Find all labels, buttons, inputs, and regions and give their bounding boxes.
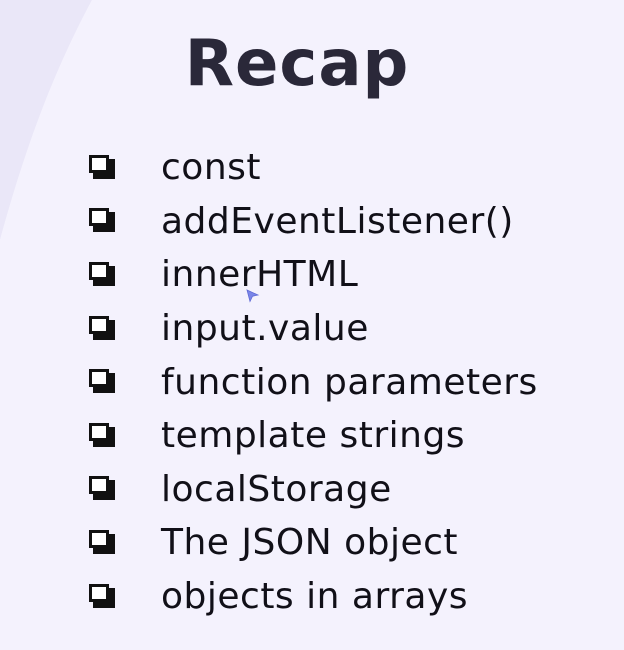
list-item-label: localStorage [161,468,392,510]
list-item-label: addEventListener() [161,200,514,242]
list-item: function parameters [86,355,538,409]
checkbox-icon [86,206,120,236]
checkbox-icon [86,528,120,558]
list-item-label: input.value [161,308,369,350]
list-item-label: function parameters [161,361,538,403]
list-item-label: const [161,147,262,189]
list-item: objects in arrays [86,570,538,624]
checkbox-icon [86,367,120,397]
slide-title: Recap [184,27,410,101]
list-item-label: objects in arrays [161,576,469,618]
checkbox-icon [86,582,120,612]
checkbox-icon [86,153,120,183]
slide: Recap const addEventListener() innerHTML… [0,0,624,650]
recap-checklist: const addEventListener() innerHTML input… [86,141,538,623]
checkbox-icon [86,474,120,504]
list-item-label: The JSON object [161,522,459,564]
list-item: The JSON object [86,516,538,570]
checkbox-icon [86,314,120,344]
list-item: template strings [86,409,538,463]
list-item: input.value [86,302,538,356]
list-item-label: template strings [161,415,466,457]
list-item: const [86,141,538,195]
list-item: addEventListener() [86,195,538,249]
checkbox-icon [86,260,120,290]
mouse-cursor-icon [246,289,260,303]
list-item: innerHTML [86,248,538,302]
checkbox-icon [86,421,120,451]
list-item: localStorage [86,463,538,517]
